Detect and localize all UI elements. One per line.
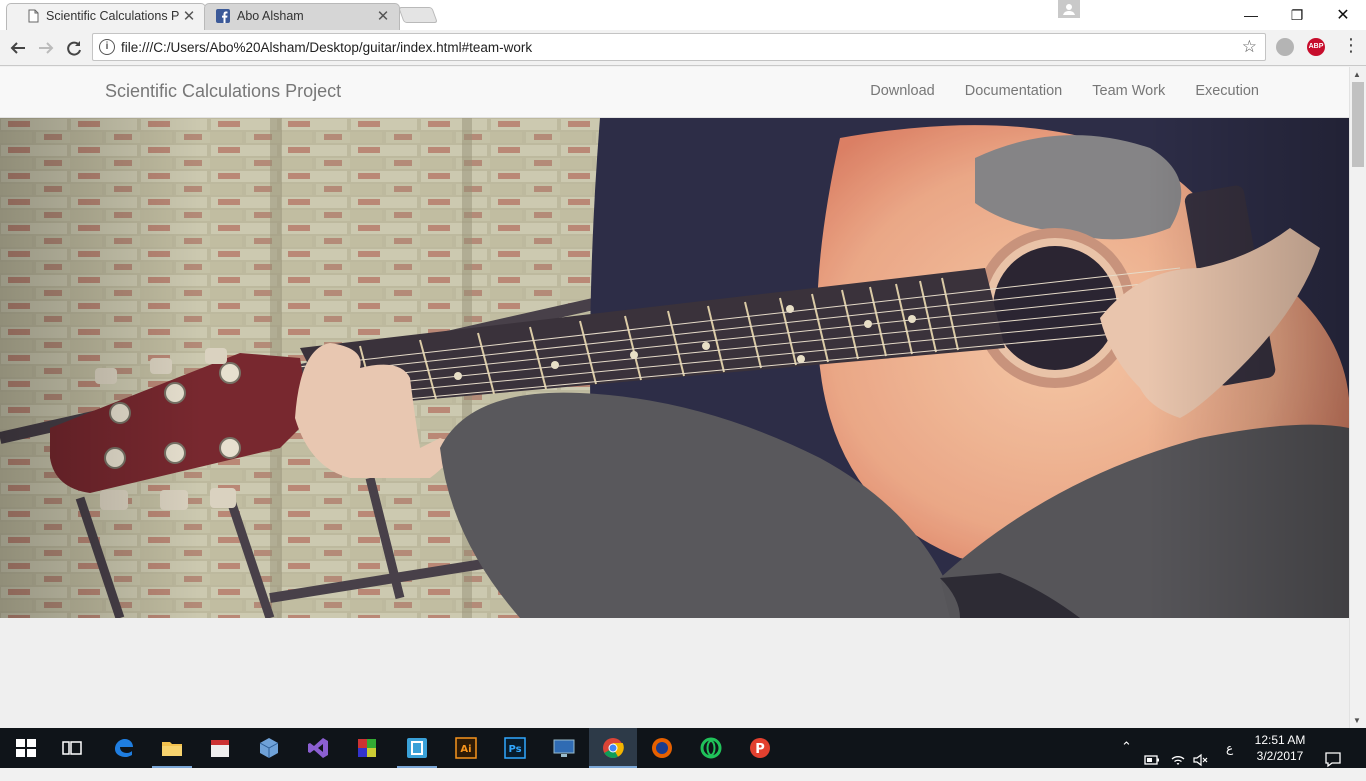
windows-taskbar: Ai Ps P ⌃ ع 12:51 AM 3/2/2017 — [0, 728, 1366, 768]
scrollbar-thumb[interactable] — [1352, 82, 1364, 167]
restore-button[interactable]: ❐ — [1274, 0, 1320, 30]
facebook-icon — [216, 9, 230, 23]
site-nav-links: Download Documentation Team Work Executi… — [870, 83, 1259, 99]
adblock-plus-icon[interactable]: ABP — [1307, 38, 1325, 56]
hero-image — [0, 118, 1349, 618]
chevron-up-icon[interactable]: ⌃ — [1121, 739, 1132, 779]
battery-icon[interactable] — [1144, 740, 1160, 780]
arrow-left-icon — [10, 42, 25, 54]
arrow-right-icon — [39, 42, 54, 54]
visual-studio-icon[interactable] — [306, 736, 330, 760]
browser-tab-strip: Scientific Calculations Pro ✕ Abo Alsham… — [0, 0, 1366, 30]
bookmark-star-icon[interactable]: ☆ — [1242, 37, 1257, 57]
task-view-icon[interactable] — [60, 736, 84, 760]
screen-capture-icon[interactable] — [552, 736, 576, 760]
taskbar-clock[interactable]: 12:51 AM 3/2/2017 — [1250, 732, 1310, 764]
chrome-icon[interactable] — [601, 736, 625, 760]
tab-title: Scientific Calculations Pro — [46, 9, 180, 23]
site-brand[interactable]: Scientific Calculations Project — [105, 81, 341, 102]
clock-date: 3/2/2017 — [1256, 749, 1304, 763]
document-icon — [28, 9, 39, 23]
minimize-button[interactable]: — — [1228, 0, 1274, 30]
nav-link-team-work[interactable]: Team Work — [1092, 83, 1165, 99]
page-viewport: Scientific Calculations Project Download… — [0, 67, 1349, 728]
forward-button[interactable] — [34, 36, 58, 60]
tab-active[interactable]: Scientific Calculations Pro ✕ — [6, 3, 206, 30]
app-frame-icon[interactable] — [405, 736, 429, 760]
file-explorer-icon[interactable] — [160, 736, 184, 760]
info-icon[interactable]: i — [99, 39, 115, 55]
browser-toolbar: i file:///C:/Users/Abo%20Alsham/Desktop/… — [0, 30, 1366, 66]
winrar-icon[interactable] — [355, 736, 379, 760]
volume-muted-icon[interactable] — [1192, 740, 1208, 780]
svg-text:Ai: Ai — [460, 744, 471, 755]
psiphon-icon[interactable]: P — [748, 736, 772, 760]
windows-start-icon[interactable] — [14, 736, 38, 760]
svg-text:P: P — [755, 742, 765, 757]
edge-icon[interactable] — [112, 736, 136, 760]
opera-icon[interactable] — [699, 736, 723, 760]
calendar-icon[interactable] — [208, 736, 232, 760]
site-navbar: Scientific Calculations Project Download… — [0, 67, 1349, 118]
menu-icon[interactable]: ⋮ — [1342, 35, 1360, 56]
nav-link-download[interactable]: Download — [870, 83, 935, 99]
reload-icon — [67, 41, 81, 56]
user-profile-icon[interactable] — [1058, 0, 1080, 18]
photoshop-icon[interactable]: Ps — [503, 736, 527, 760]
tab-title: Abo Alsham — [237, 9, 304, 23]
back-button[interactable] — [6, 36, 30, 60]
scroll-down-arrow-icon[interactable]: ▼ — [1353, 716, 1361, 725]
scroll-up-arrow-icon[interactable]: ▲ — [1353, 70, 1361, 79]
illustrator-icon[interactable]: Ai — [454, 736, 478, 760]
firefox-icon[interactable] — [650, 736, 674, 760]
window-close-button[interactable]: ✕ — [1320, 0, 1366, 30]
close-tab-icon[interactable]: ✕ — [376, 7, 390, 25]
input-language[interactable]: ع — [1226, 741, 1233, 781]
reload-button[interactable] — [62, 36, 86, 60]
action-center-icon[interactable] — [1324, 739, 1342, 779]
clock-time: 12:51 AM — [1254, 733, 1306, 747]
svg-text:Ps: Ps — [508, 744, 521, 755]
virtualbox-icon[interactable] — [257, 736, 281, 760]
page-scrollbar[interactable]: ▲ ▼ — [1349, 67, 1366, 728]
tab-inactive[interactable]: Abo Alsham ✕ — [204, 3, 400, 30]
new-tab-button[interactable] — [398, 7, 438, 23]
address-bar[interactable]: i file:///C:/Users/Abo%20Alsham/Desktop/… — [92, 33, 1266, 61]
url-text[interactable]: file:///C:/Users/Abo%20Alsham/Desktop/gu… — [121, 40, 532, 55]
nav-link-execution[interactable]: Execution — [1195, 83, 1259, 99]
close-tab-icon[interactable]: ✕ — [182, 7, 196, 25]
window-controls: — ❐ ✕ — [1058, 0, 1366, 30]
wifi-icon[interactable] — [1170, 740, 1186, 780]
nav-link-documentation[interactable]: Documentation — [965, 83, 1063, 99]
extension-icon[interactable] — [1276, 38, 1294, 56]
